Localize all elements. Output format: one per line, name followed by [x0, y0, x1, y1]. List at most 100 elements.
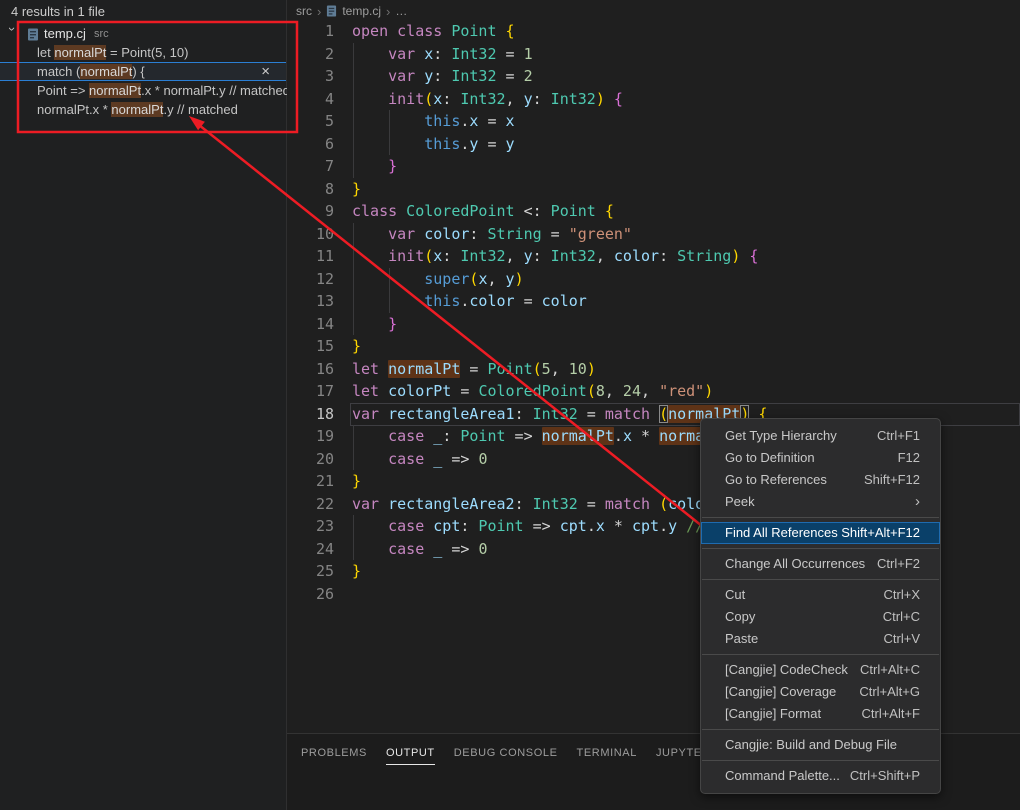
dismiss-result-icon[interactable]: ×: [261, 62, 270, 81]
search-result-row[interactable]: match (normalPt) {×: [0, 62, 286, 81]
panel-tab-debug-console[interactable]: DEBUG CONSOLE: [454, 747, 558, 765]
code-line[interactable]: 7 }: [287, 155, 1020, 178]
token: 0: [478, 540, 487, 558]
menu-item-cangjie-build-and-debug-file[interactable]: Cangjie: Build and Debug File: [701, 734, 940, 756]
menu-item-shortcut: Ctrl+V: [884, 628, 920, 650]
menu-item-peek[interactable]: Peek›: [701, 491, 940, 513]
code-line[interactable]: 15}: [287, 335, 1020, 358]
code-text: this.y = y: [352, 133, 515, 156]
menu-item-get-type-hierarchy[interactable]: Get Type HierarchyCtrl+F1: [701, 425, 940, 447]
line-number: 13: [287, 290, 334, 313]
code-line[interactable]: 2 var x: Int32 = 1: [287, 43, 1020, 66]
line-number: 22: [287, 493, 334, 516]
menu-item-shortcut: Ctrl+X: [884, 584, 920, 606]
file-result-row[interactable]: › temp.cj src: [0, 24, 286, 43]
menu-item-change-all-occurrences[interactable]: Change All OccurrencesCtrl+F2: [701, 553, 940, 575]
token: }: [352, 337, 361, 355]
token: {: [596, 202, 614, 220]
menu-item-cangjie-format[interactable]: [Cangjie] FormatCtrl+Alt+F: [701, 703, 940, 725]
token: :: [442, 427, 451, 445]
code-line[interactable]: 9class ColoredPoint <: Point {: [287, 200, 1020, 223]
code-line[interactable]: 10 var color: String = "green": [287, 223, 1020, 246]
code-line[interactable]: 12 super(x, y): [287, 268, 1020, 291]
menu-item-find-all-references[interactable]: Find All ReferencesShift+Alt+F12: [701, 522, 940, 544]
token: *: [605, 517, 632, 535]
panel-tab-output[interactable]: OUTPUT: [386, 747, 435, 765]
panel-tab-terminal[interactable]: TERMINAL: [577, 747, 637, 765]
search-result-row[interactable]: normalPt.x * normalPt.y // matched: [0, 100, 286, 119]
token: init: [352, 247, 424, 265]
code-line[interactable]: 17let colorPt = ColoredPoint(8, 24, "red…: [287, 380, 1020, 403]
line-number: 3: [287, 65, 334, 88]
chevron-down-icon[interactable]: ›: [3, 27, 22, 39]
token: }: [352, 472, 361, 490]
token: =: [542, 225, 569, 243]
token: ): [704, 382, 713, 400]
code-line[interactable]: 3 var y: Int32 = 2: [287, 65, 1020, 88]
token: *: [632, 427, 659, 445]
breadcrumb-chevron-icon: ›: [386, 4, 390, 19]
token: case: [352, 427, 424, 445]
token: Point: [542, 202, 596, 220]
token: =: [497, 67, 524, 85]
token: 0: [478, 450, 487, 468]
menu-item-label: Go to Definition: [725, 447, 815, 469]
breadcrumb-item-temp-cj[interactable]: temp.cj: [342, 4, 381, 18]
token: =: [515, 292, 542, 310]
menu-item-go-to-definition[interactable]: Go to DefinitionF12: [701, 447, 940, 469]
token: Int32: [451, 90, 505, 108]
code-line[interactable]: 13 this.color = color: [287, 290, 1020, 313]
search-result-row[interactable]: let normalPt = Point(5, 10): [0, 43, 286, 62]
token: :: [659, 247, 668, 265]
breadcrumb-item-[interactable]: …: [395, 4, 407, 18]
menu-item-copy[interactable]: CopyCtrl+C: [701, 606, 940, 628]
code-line[interactable]: 6 this.y = y: [287, 133, 1020, 156]
token: Int32: [451, 247, 505, 265]
line-number: 25: [287, 560, 334, 583]
code-text: }: [352, 178, 361, 201]
token: =>: [442, 540, 478, 558]
file-path: src: [94, 25, 109, 44]
token: rectangleArea2: [379, 495, 514, 513]
token: }: [352, 180, 361, 198]
token: (: [424, 247, 433, 265]
token: init: [352, 90, 424, 108]
token: var: [352, 67, 415, 85]
breadcrumb-item-src[interactable]: src: [296, 4, 312, 18]
token: 2: [524, 67, 533, 85]
line-number: 12: [287, 268, 334, 291]
token: x: [415, 45, 433, 63]
token: :: [442, 90, 451, 108]
code-text: init(x: Int32, y: Int32) {: [352, 88, 623, 111]
token: super: [352, 270, 469, 288]
line-number: 18: [287, 403, 334, 426]
token: ColoredPoint: [397, 202, 514, 220]
menu-item-command-palette[interactable]: Command Palette...Ctrl+Shift+P: [701, 765, 940, 787]
panel-tab-problems[interactable]: PROBLEMS: [301, 747, 367, 765]
token: ): [596, 90, 605, 108]
code-line[interactable]: 11 init(x: Int32, y: Int32, color: Strin…: [287, 245, 1020, 268]
token: String: [478, 225, 541, 243]
menu-item-paste[interactable]: PasteCtrl+V: [701, 628, 940, 650]
breadcrumb[interactable]: src›temp.cj›…: [296, 2, 407, 20]
token: this: [352, 135, 460, 153]
search-result-row[interactable]: Point => normalPt.x * normalPt.y // matc…: [0, 81, 286, 100]
code-text: }: [352, 560, 361, 583]
menu-item-cut[interactable]: CutCtrl+X: [701, 584, 940, 606]
code-line[interactable]: 1open class Point {: [287, 20, 1020, 43]
code-line[interactable]: 14 }: [287, 313, 1020, 336]
token: var: [352, 225, 415, 243]
line-number: 10: [287, 223, 334, 246]
code-line[interactable]: 8}: [287, 178, 1020, 201]
file-icon: [326, 4, 337, 18]
code-line[interactable]: 4 init(x: Int32, y: Int32) {: [287, 88, 1020, 111]
code-line[interactable]: 16let normalPt = Point(5, 10): [287, 358, 1020, 381]
token: Int32: [442, 45, 496, 63]
menu-item-go-to-references[interactable]: Go to ReferencesShift+F12: [701, 469, 940, 491]
code-line[interactable]: 5 this.x = x: [287, 110, 1020, 133]
menu-item-cangjie-codecheck[interactable]: [Cangjie] CodeCheckCtrl+Alt+C: [701, 659, 940, 681]
menu-separator: [702, 729, 939, 730]
menu-item-cangjie-coverage[interactable]: [Cangjie] CoverageCtrl+Alt+G: [701, 681, 940, 703]
token: {: [740, 247, 758, 265]
token: ColoredPoint: [478, 382, 586, 400]
